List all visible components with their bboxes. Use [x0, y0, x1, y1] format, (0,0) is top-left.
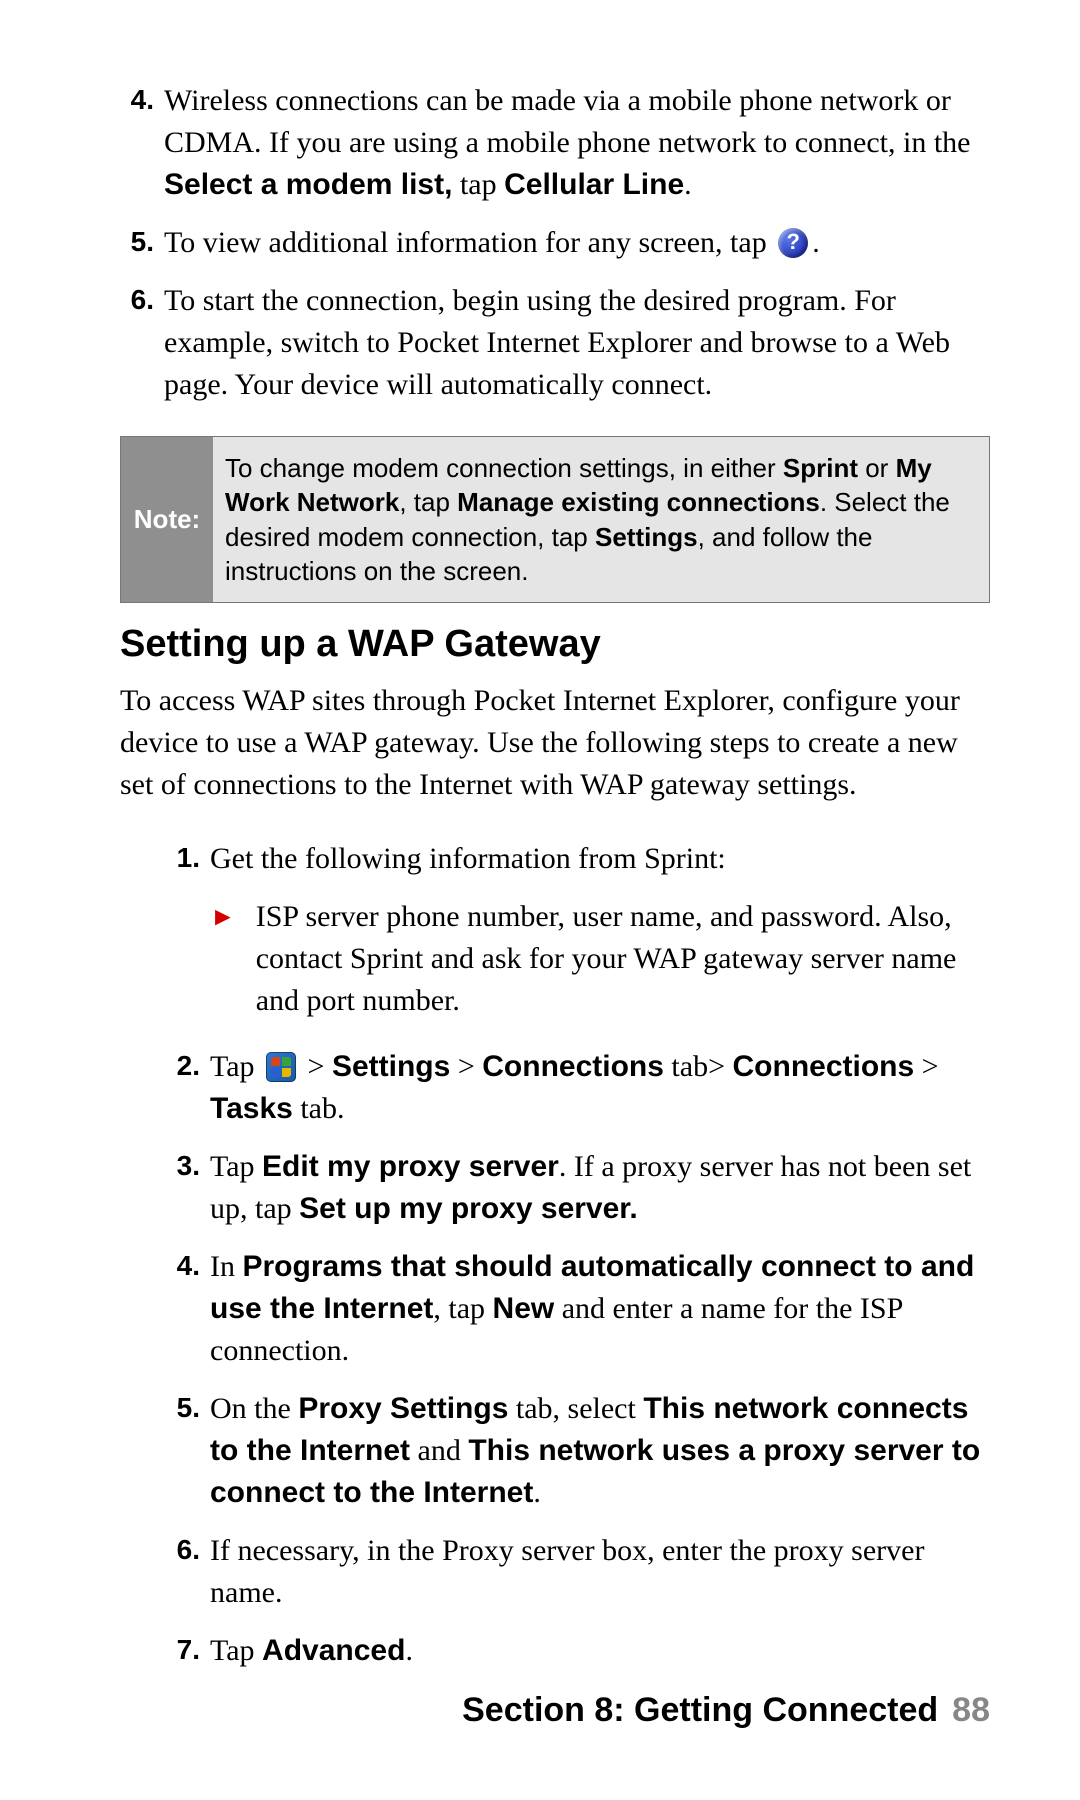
ui-label: Edit my proxy server	[262, 1150, 559, 1183]
ui-label: Connections	[482, 1050, 664, 1083]
sub-steps-list: 1. Get the following information from Sp…	[166, 838, 990, 880]
footer-section-label: Section 8: Getting Connected	[462, 1691, 938, 1730]
bullet-item: ► ISP server phone number, user name, an…	[210, 896, 990, 1022]
text: In	[210, 1250, 243, 1283]
text: .	[812, 226, 820, 259]
text: Wireless connections can be made via a m…	[164, 84, 970, 159]
step-body: Tap Edit my proxy server. If a proxy ser…	[210, 1146, 990, 1230]
list-item: 5. To view additional information for an…	[120, 222, 990, 264]
list-item: 2. Tap > Settings > Connections tab> Con…	[166, 1046, 990, 1130]
ui-label: New	[493, 1292, 555, 1325]
ui-label: Cellular Line	[504, 168, 684, 201]
step-number: 5.	[166, 1388, 200, 1514]
list-item: 6. To start the connection, begin using …	[120, 280, 990, 406]
section-heading: Setting up a WAP Gateway	[120, 623, 990, 666]
step-number: 5.	[120, 222, 154, 264]
ui-label: Advanced	[262, 1634, 405, 1667]
step-body: On the Proxy Settings tab, select This n…	[210, 1388, 990, 1514]
ui-label: Set up my proxy server.	[299, 1192, 638, 1225]
text: Tap	[210, 1150, 262, 1183]
ui-label: Settings	[595, 522, 698, 552]
text: >	[914, 1050, 938, 1083]
top-steps-list: 4. Wireless connections can be made via …	[120, 80, 990, 406]
help-icon	[778, 228, 808, 258]
step-body: To view additional information for any s…	[164, 222, 990, 264]
step-number: 7.	[166, 1630, 200, 1672]
bullet-text: ISP server phone number, user name, and …	[256, 896, 990, 1022]
step-body: In Programs that should automatically co…	[210, 1246, 990, 1372]
step-number: 4.	[120, 80, 154, 206]
list-item: 7. Tap Advanced.	[166, 1630, 990, 1672]
text: , tap	[433, 1292, 492, 1325]
note-body: To change modem connection settings, in …	[213, 437, 989, 602]
start-menu-icon	[266, 1052, 296, 1082]
ui-label: Tasks	[210, 1092, 293, 1125]
text: .	[684, 168, 692, 201]
text: or	[858, 453, 896, 483]
step-body: To start the connection, begin using the…	[164, 280, 990, 406]
text: , tap	[399, 487, 457, 517]
step-body: Get the following information from Sprin…	[210, 838, 990, 880]
note-label: Note:	[121, 437, 213, 602]
text: To change modem connection settings, in …	[225, 453, 783, 483]
text: >	[450, 1050, 482, 1083]
ui-label: Manage existing connections	[457, 487, 820, 517]
text: Tap	[210, 1050, 262, 1083]
text: Tap	[210, 1634, 262, 1667]
list-item: 6. If necessary, in the Proxy server box…	[166, 1530, 990, 1614]
step-body: Tap Advanced.	[210, 1630, 990, 1672]
text: and	[410, 1434, 468, 1467]
list-item: 1. Get the following information from Sp…	[166, 838, 990, 880]
ui-label: Select a modem list,	[164, 168, 452, 201]
list-item: 3. Tap Edit my proxy server. If a proxy …	[166, 1146, 990, 1230]
note-box: Note: To change modem connection setting…	[120, 436, 990, 603]
step-number: 4.	[166, 1246, 200, 1372]
step-number: 6.	[120, 280, 154, 406]
step-body: Wireless connections can be made via a m…	[164, 80, 990, 206]
arrow-icon: ►	[210, 896, 236, 938]
list-item: 5. On the Proxy Settings tab, select Thi…	[166, 1388, 990, 1514]
page-footer: Section 8: Getting Connected 88	[462, 1691, 990, 1730]
text: tab, select	[508, 1392, 643, 1425]
list-item: 4. In Programs that should automatically…	[166, 1246, 990, 1372]
ui-label: Settings	[332, 1050, 450, 1083]
page-number: 88	[952, 1691, 990, 1730]
list-item: 4. Wireless connections can be made via …	[120, 80, 990, 206]
step-number: 1.	[166, 838, 200, 880]
text: .	[405, 1634, 413, 1667]
ui-label: Connections	[733, 1050, 915, 1083]
document-page: 4. Wireless connections can be made via …	[0, 0, 1080, 1800]
sub-steps-list-cont: 2. Tap > Settings > Connections tab> Con…	[166, 1046, 990, 1672]
text: tab>	[664, 1050, 733, 1083]
step-body: If necessary, in the Proxy server box, e…	[210, 1530, 990, 1614]
text: tap	[452, 168, 504, 201]
step-number: 3.	[166, 1146, 200, 1230]
ui-label: Sprint	[783, 453, 858, 483]
text: On the	[210, 1392, 298, 1425]
sub-steps-block: 1. Get the following information from Sp…	[166, 838, 990, 1672]
text: tab.	[293, 1092, 345, 1125]
text: .	[533, 1476, 541, 1509]
text: >	[300, 1050, 332, 1083]
ui-label: Proxy Settings	[298, 1392, 508, 1425]
step-body: Tap > Settings > Connections tab> Connec…	[210, 1046, 990, 1130]
step-number: 6.	[166, 1530, 200, 1614]
section-intro: To access WAP sites through Pocket Inter…	[120, 680, 990, 806]
text: To view additional information for any s…	[164, 226, 774, 259]
step-number: 2.	[166, 1046, 200, 1130]
